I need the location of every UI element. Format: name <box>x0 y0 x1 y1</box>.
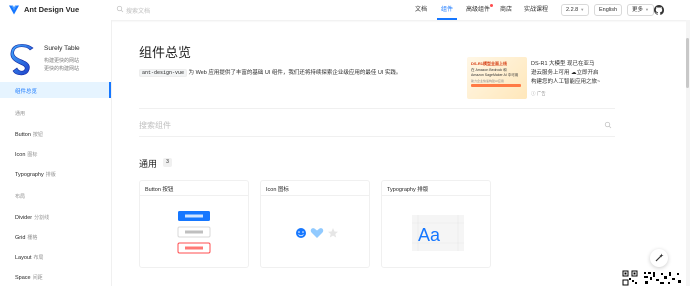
sidebar-item-typography[interactable]: Typography 排版 <box>15 171 56 178</box>
ad-title: Surely Table <box>44 45 80 52</box>
nav-courses[interactable]: 实战课程 <box>524 0 548 20</box>
nav-store[interactable]: 商店 <box>500 0 512 20</box>
card-title: Typography 排版 <box>387 187 429 193</box>
language-button[interactable]: English <box>594 4 623 16</box>
typography-glyph: Aa <box>418 225 441 245</box>
promo-text-line: 逊云服务上可用 ☁立即开启 <box>531 70 599 76</box>
component-card-icon[interactable]: Icon 图标 <box>260 180 370 268</box>
card-title: Button 按钮 <box>145 187 174 193</box>
sidebar-item-grid[interactable]: Grid 栅格 <box>15 234 37 241</box>
sidebar-item-label: Divider <box>15 215 33 221</box>
card-title: Icon 图标 <box>266 187 289 193</box>
sidebar-item-sublabel: 栅格 <box>27 235 38 241</box>
sidebar-item-sublabel: 布局 <box>33 255 44 261</box>
search-icon <box>116 5 124 13</box>
sidebar-item-overview-label: 组件总览 <box>15 89 38 95</box>
qr-code-icon <box>622 270 681 286</box>
sidebar-item-sublabel: 排版 <box>45 172 56 178</box>
nav-advanced-label: 高级组件 <box>466 7 491 13</box>
promo-text-line: 构建您的人工智能应用之旅~ <box>531 79 601 85</box>
top-header: Ant Design Vue 搜索文档 文档 组件 高级组件 商店 实战课程 2… <box>0 0 690 20</box>
docs-search-input[interactable]: 搜索文档 <box>126 6 150 15</box>
card-header: Typography 排版 <box>382 181 490 196</box>
component-card-typography[interactable]: Typography 排版 Aa <box>381 180 491 268</box>
promo-text-line: DS-R1 大模型 现已在亚马 <box>531 61 595 67</box>
promo-image-line: 助力企业快速构建AI应用 <box>471 79 504 83</box>
nav-components[interactable]: 组件 <box>436 0 458 20</box>
sidebar-item-space[interactable]: Space 间距 <box>15 274 43 281</box>
sidebar-item-sublabel: 按钮 <box>32 132 43 138</box>
nav-docs[interactable]: 文档 <box>415 0 427 20</box>
surely-table-ad[interactable]: Surely Table 构建更快的网站 更快的构建网站 <box>6 42 106 80</box>
version-select[interactable]: 2.2.8 ▼ <box>561 4 590 16</box>
sidebar-group-general: 通用 <box>15 111 26 117</box>
github-icon[interactable] <box>654 5 664 15</box>
package-name-code: ant-design-vue <box>139 69 188 77</box>
icon-preview-illustration <box>296 228 338 238</box>
promo-ad[interactable]: DS-R1模型全面上线 在 Amazon Bedrock 和 Amazon Sa… <box>465 55 615 101</box>
new-badge-dot <box>490 4 494 7</box>
nav-advanced-components[interactable]: 高级组件 <box>466 0 494 20</box>
component-search-input[interactable]: 搜索组件 <box>139 120 171 131</box>
card-header: Icon 图标 <box>261 181 369 196</box>
sidebar-item-sublabel: 分割线 <box>34 215 50 221</box>
more-label: 更多 <box>632 7 644 13</box>
sidebar-item-label: Typography <box>15 172 44 178</box>
sidebar-group-layout: 布局 <box>15 194 26 200</box>
ad-subtitle-2: 更快的构建网站 <box>44 66 80 72</box>
sidebar-item-sublabel: 间距 <box>32 275 43 281</box>
sidebar-item-icon[interactable]: Icon 图标 <box>15 151 37 158</box>
more-menu-button[interactable]: 更多 ▼ <box>627 4 654 16</box>
chevron-down-icon: ▼ <box>645 7 649 12</box>
component-card-button[interactable]: Button 按钮 <box>139 180 249 268</box>
promo-image-line: Amazon SageMaker AI 中可用 <box>471 73 519 77</box>
chevron-down-icon: ▼ <box>580 7 585 12</box>
intro-text: ant-design-vue 为 Web 应用提供了丰富的基础 UI 组件，我们… <box>139 68 402 77</box>
promo-image-title: DS-R1模型全面上线 <box>471 61 508 66</box>
magic-wand-icon <box>655 253 664 262</box>
brand-name[interactable]: Ant Design Vue <box>24 5 79 14</box>
sidebar-item-divider[interactable]: Divider 分割线 <box>15 214 49 221</box>
ant-design-vue-logo-icon[interactable] <box>8 4 20 16</box>
ad-subtitle-1: 构建更快的网站 <box>44 58 80 64</box>
search-icon <box>604 121 612 129</box>
theme-toggle-button[interactable] <box>650 249 668 267</box>
sidebar-item-label: Icon <box>15 152 26 158</box>
sidebar-item-label: Layout <box>15 255 32 261</box>
divider <box>139 136 615 137</box>
sidebar-item-layout[interactable]: Layout 布局 <box>15 254 44 261</box>
sidebar: Surely Table 构建更快的网站 更快的构建网站 组件总览 通用 But… <box>0 20 112 286</box>
scrollbar-thumb[interactable] <box>686 38 689 88</box>
button-preview-illustration <box>177 211 211 254</box>
ad-label: ⓘ 广告 <box>531 91 546 96</box>
ad-label-text: 广告 <box>536 91 546 96</box>
divider <box>139 108 615 109</box>
sidebar-item-label: Grid <box>15 235 26 241</box>
card-header: Button 按钮 <box>140 181 248 196</box>
sidebar-item-overview[interactable]: 组件总览 <box>0 82 111 98</box>
sidebar-item-label: Space <box>15 275 31 281</box>
page-title: 组件总览 <box>139 45 192 60</box>
sidebar-item-button[interactable]: Button 按钮 <box>15 131 43 138</box>
promo-image: DS-R1模型全面上线 在 Amazon Bedrock 和 Amazon Sa… <box>467 57 527 99</box>
promo-image-bar <box>471 84 521 87</box>
sidebar-item-sublabel: 图标 <box>27 152 38 158</box>
intro-description: 为 Web 应用提供了丰富的基础 UI 组件，我们还将持续探索企业级应用的最佳 … <box>188 70 402 76</box>
sidebar-item-label: Button <box>15 132 31 138</box>
typography-preview-illustration: Aa <box>412 215 464 251</box>
surely-table-logo-icon <box>10 44 34 76</box>
section-count-badge: 3 <box>163 158 172 167</box>
section-title: 通用 <box>139 159 158 169</box>
version-value: 2.2.8 <box>566 7 579 13</box>
